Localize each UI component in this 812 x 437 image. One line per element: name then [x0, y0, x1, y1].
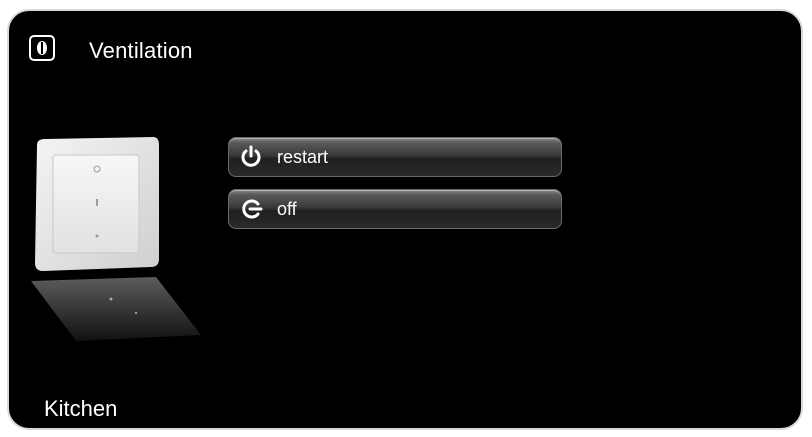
location-label: Kitchen: [44, 396, 118, 421]
restart-button[interactable]: restart: [228, 137, 562, 177]
off-button[interactable]: off: [228, 189, 562, 229]
wall-switch-reflection: [31, 277, 201, 347]
restart-button-label: restart: [277, 147, 329, 167]
page-title: Ventilation: [89, 38, 193, 63]
wall-switch-image: [31, 137, 161, 272]
fan-icon: [29, 35, 55, 61]
off-button-label: off: [277, 199, 297, 219]
power-icon: [239, 145, 263, 169]
ventilation-panel: Ventilation restart off Kitchen: [7, 9, 803, 430]
power-off-icon: [239, 197, 263, 221]
